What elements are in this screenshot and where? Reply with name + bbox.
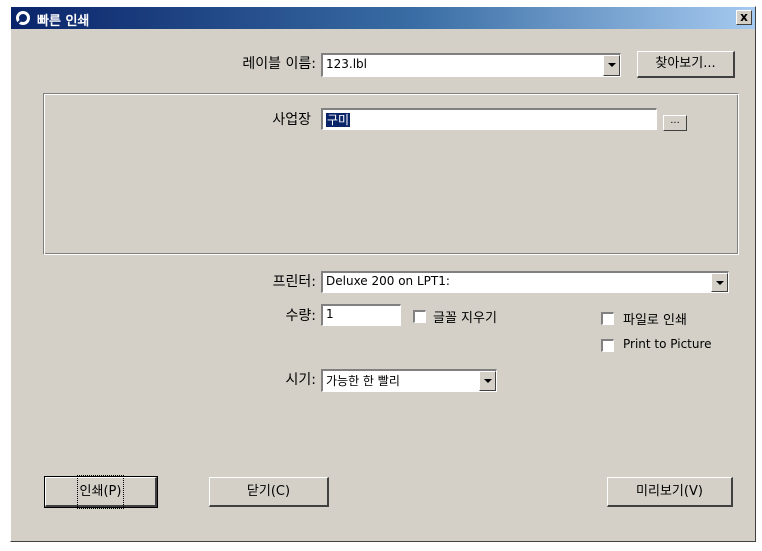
site-browse-button[interactable]: ... (663, 115, 687, 131)
printer-combobox[interactable]: Deluxe 200 on LPT1: (321, 271, 729, 293)
chevron-down-icon (716, 281, 724, 285)
print-to-picture-checkbox[interactable] (601, 339, 614, 352)
printer-label: 프린터: (272, 274, 316, 290)
window-title: 빠른 인쇄 (37, 14, 90, 29)
close-icon: x (740, 10, 748, 24)
close-window-button[interactable]: x (736, 10, 752, 25)
print-to-file-label: 파일로 인쇄 (623, 313, 687, 328)
title-bar[interactable]: 빠른 인쇄 x (11, 7, 755, 29)
timing-value: 가능한 한 빨리 (326, 374, 400, 388)
print-to-file-checkbox[interactable] (601, 312, 614, 325)
clear-font-label: 글꼴 지우기 (433, 311, 497, 326)
print-to-picture-label: Print to Picture (623, 337, 712, 351)
quick-print-dialog: 빠른 인쇄 x 레이블 이름: 123.lbl 찾아보기... 사업장 구미 .… (10, 6, 756, 542)
printer-value: Deluxe 200 on LPT1: (326, 274, 450, 288)
site-input[interactable]: 구미 (321, 108, 657, 130)
timing-dropdown-button[interactable] (479, 371, 496, 391)
quantity-input[interactable]: 1 (321, 304, 401, 326)
timing-combobox[interactable]: 가능한 한 빨리 (321, 369, 497, 392)
app-icon (15, 10, 31, 26)
preview-button[interactable]: 미리보기(V) (607, 477, 733, 507)
quantity-value: 1 (326, 307, 334, 321)
printer-dropdown-button[interactable] (711, 273, 728, 292)
close-button[interactable]: 닫기(C) (209, 477, 329, 507)
label-name-value: 123.lbl (326, 57, 368, 71)
site-label: 사업장 (272, 112, 311, 128)
label-name-combobox[interactable]: 123.lbl (321, 53, 621, 77)
clear-font-checkbox[interactable] (413, 310, 426, 323)
quantity-label: 수량: (285, 308, 316, 324)
timing-label: 시기: (285, 372, 316, 388)
site-value: 구미 (326, 113, 351, 127)
chevron-down-icon (608, 63, 616, 67)
print-button[interactable]: 인쇄(P) (44, 475, 158, 509)
browse-button[interactable]: 찾아보기... (637, 51, 735, 78)
chevron-down-icon (484, 379, 492, 383)
label-name-label: 레이블 이름: (242, 56, 316, 72)
label-name-dropdown-button[interactable] (603, 55, 620, 76)
